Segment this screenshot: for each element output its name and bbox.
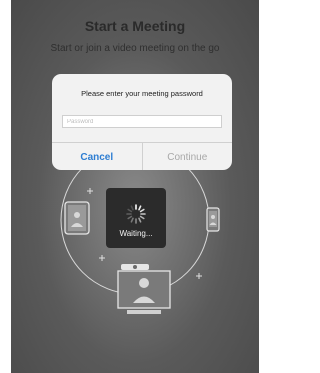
phone-icon	[206, 207, 220, 232]
dialog-button-row: Cancel Continue	[52, 142, 232, 170]
cancel-button[interactable]: Cancel	[52, 143, 143, 170]
password-dialog: Please enter your meeting password Cance…	[52, 74, 232, 170]
devices-illustration	[60, 145, 220, 314]
continue-button[interactable]: Continue	[143, 143, 233, 170]
waiting-indicator: Waiting...	[106, 188, 166, 248]
tablet-icon	[64, 201, 90, 235]
dialog-message: Please enter your meeting password	[81, 89, 203, 98]
spinner-icon	[126, 204, 146, 224]
waiting-label: Waiting...	[119, 229, 153, 238]
password-input[interactable]	[62, 115, 222, 128]
room-system-icon	[117, 264, 171, 314]
start-meeting-screen: Start a Meeting Start or join a video me…	[11, 0, 259, 373]
